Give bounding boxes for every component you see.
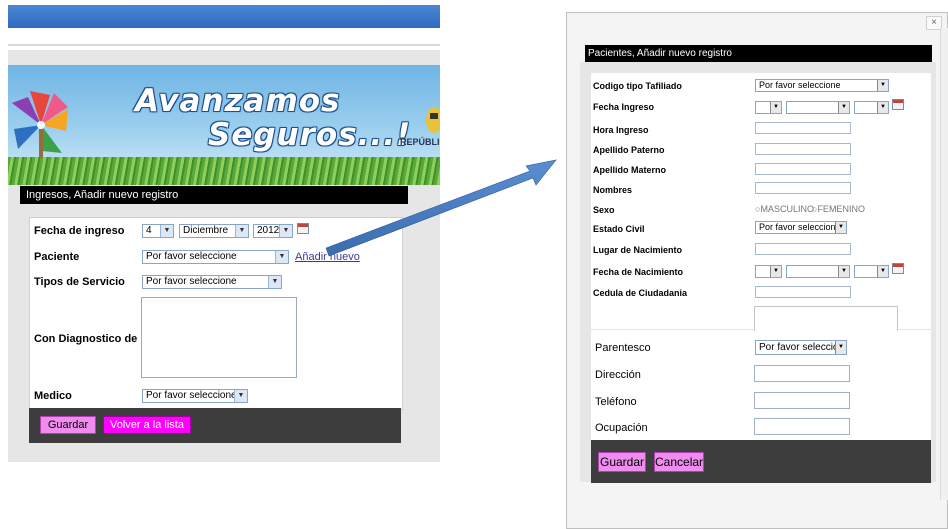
lugar-nacimiento-label: Lugar de Nacimiento (593, 245, 683, 255)
sexo-label: Sexo (593, 205, 615, 215)
estado-civil-select[interactable]: Por favor seleccione ▼ (755, 221, 847, 234)
nombres-input[interactable] (755, 182, 851, 194)
sexo-femenino-label: FEMENINO (817, 204, 865, 214)
parentesco-value: Por favor seleccione (759, 342, 847, 353)
chevron-down-icon: ▼ (838, 266, 849, 277)
cancelar-button[interactable]: Cancelar (654, 452, 704, 472)
telefono-label: Teléfono (595, 396, 637, 408)
nombres-label: Nombres (593, 185, 633, 195)
codigo-tipo-label: Codigo tipo Tafiliado (593, 81, 682, 91)
fecha-nac-year-select[interactable]: ▼ (854, 265, 889, 278)
fecha-ingreso-month-select[interactable]: ▼ (786, 101, 850, 114)
dialog-scrollbar[interactable] (940, 28, 948, 500)
parentesco-select[interactable]: Por favor seleccione ▼ (755, 340, 847, 355)
sexo-masculino-label: MASCULINO (760, 204, 814, 214)
sexo-masculino-radio[interactable]: ○MASCULINO (755, 204, 814, 214)
estado-civil-value: Por favor seleccione (759, 222, 841, 232)
cedula-input[interactable] (755, 286, 851, 298)
chevron-down-icon: ▼ (877, 80, 888, 91)
cedula-label: Cedula de Ciudadania (593, 288, 688, 298)
chevron-down-icon: ▼ (838, 102, 849, 113)
apellido-materno-input[interactable] (755, 163, 851, 175)
ocupacion-input[interactable] (754, 418, 850, 435)
fecha-nac-month-select[interactable]: ▼ (786, 265, 850, 278)
cut-textarea[interactable] (754, 306, 898, 331)
ocupacion-label: Ocupación (595, 422, 648, 434)
chevron-down-icon: ▼ (835, 341, 846, 354)
lugar-nacimiento-input[interactable] (755, 243, 851, 255)
calendar-icon[interactable] (892, 99, 904, 110)
guardar-button[interactable]: Guardar (598, 452, 646, 472)
hora-ingreso-input[interactable] (755, 122, 851, 134)
codigo-tipo-select[interactable]: Por favor seleccione ▼ (755, 79, 889, 92)
hora-ingreso-label: Hora Ingreso (593, 125, 649, 135)
calendar-icon[interactable] (892, 263, 904, 274)
chevron-down-icon: ▼ (770, 266, 781, 277)
telefono-input[interactable] (754, 392, 850, 409)
sexo-femenino-radio[interactable]: ○FEMENINO (812, 204, 865, 214)
chevron-down-icon: ▼ (835, 222, 846, 233)
fecha-ingreso-year-select[interactable]: ▼ (854, 101, 889, 114)
codigo-tipo-value: Por favor seleccione (759, 80, 841, 90)
direccion-label: Dirección (595, 369, 641, 381)
apellido-materno-label: Apellido Materno (593, 165, 667, 175)
chevron-down-icon: ▼ (877, 266, 888, 277)
parentesco-label: Parentesco (595, 342, 651, 354)
apellido-paterno-label: Apellido Paterno (593, 145, 665, 155)
estado-civil-label: Estado Civil (593, 224, 645, 234)
chevron-down-icon: ▼ (770, 102, 781, 113)
pacientes-form-title: Pacientes, Añadir nuevo registro (585, 45, 932, 62)
apellido-paterno-input[interactable] (755, 143, 851, 155)
direccion-input[interactable] (754, 365, 850, 382)
fecha-ingreso-day-select[interactable]: ▼ (755, 101, 782, 114)
fecha-ingreso-label: Fecha Ingreso (593, 102, 655, 112)
fecha-nacimiento-label: Fecha de Nacimiento (593, 267, 684, 277)
fecha-nac-day-select[interactable]: ▼ (755, 265, 782, 278)
chevron-down-icon: ▼ (877, 102, 888, 113)
